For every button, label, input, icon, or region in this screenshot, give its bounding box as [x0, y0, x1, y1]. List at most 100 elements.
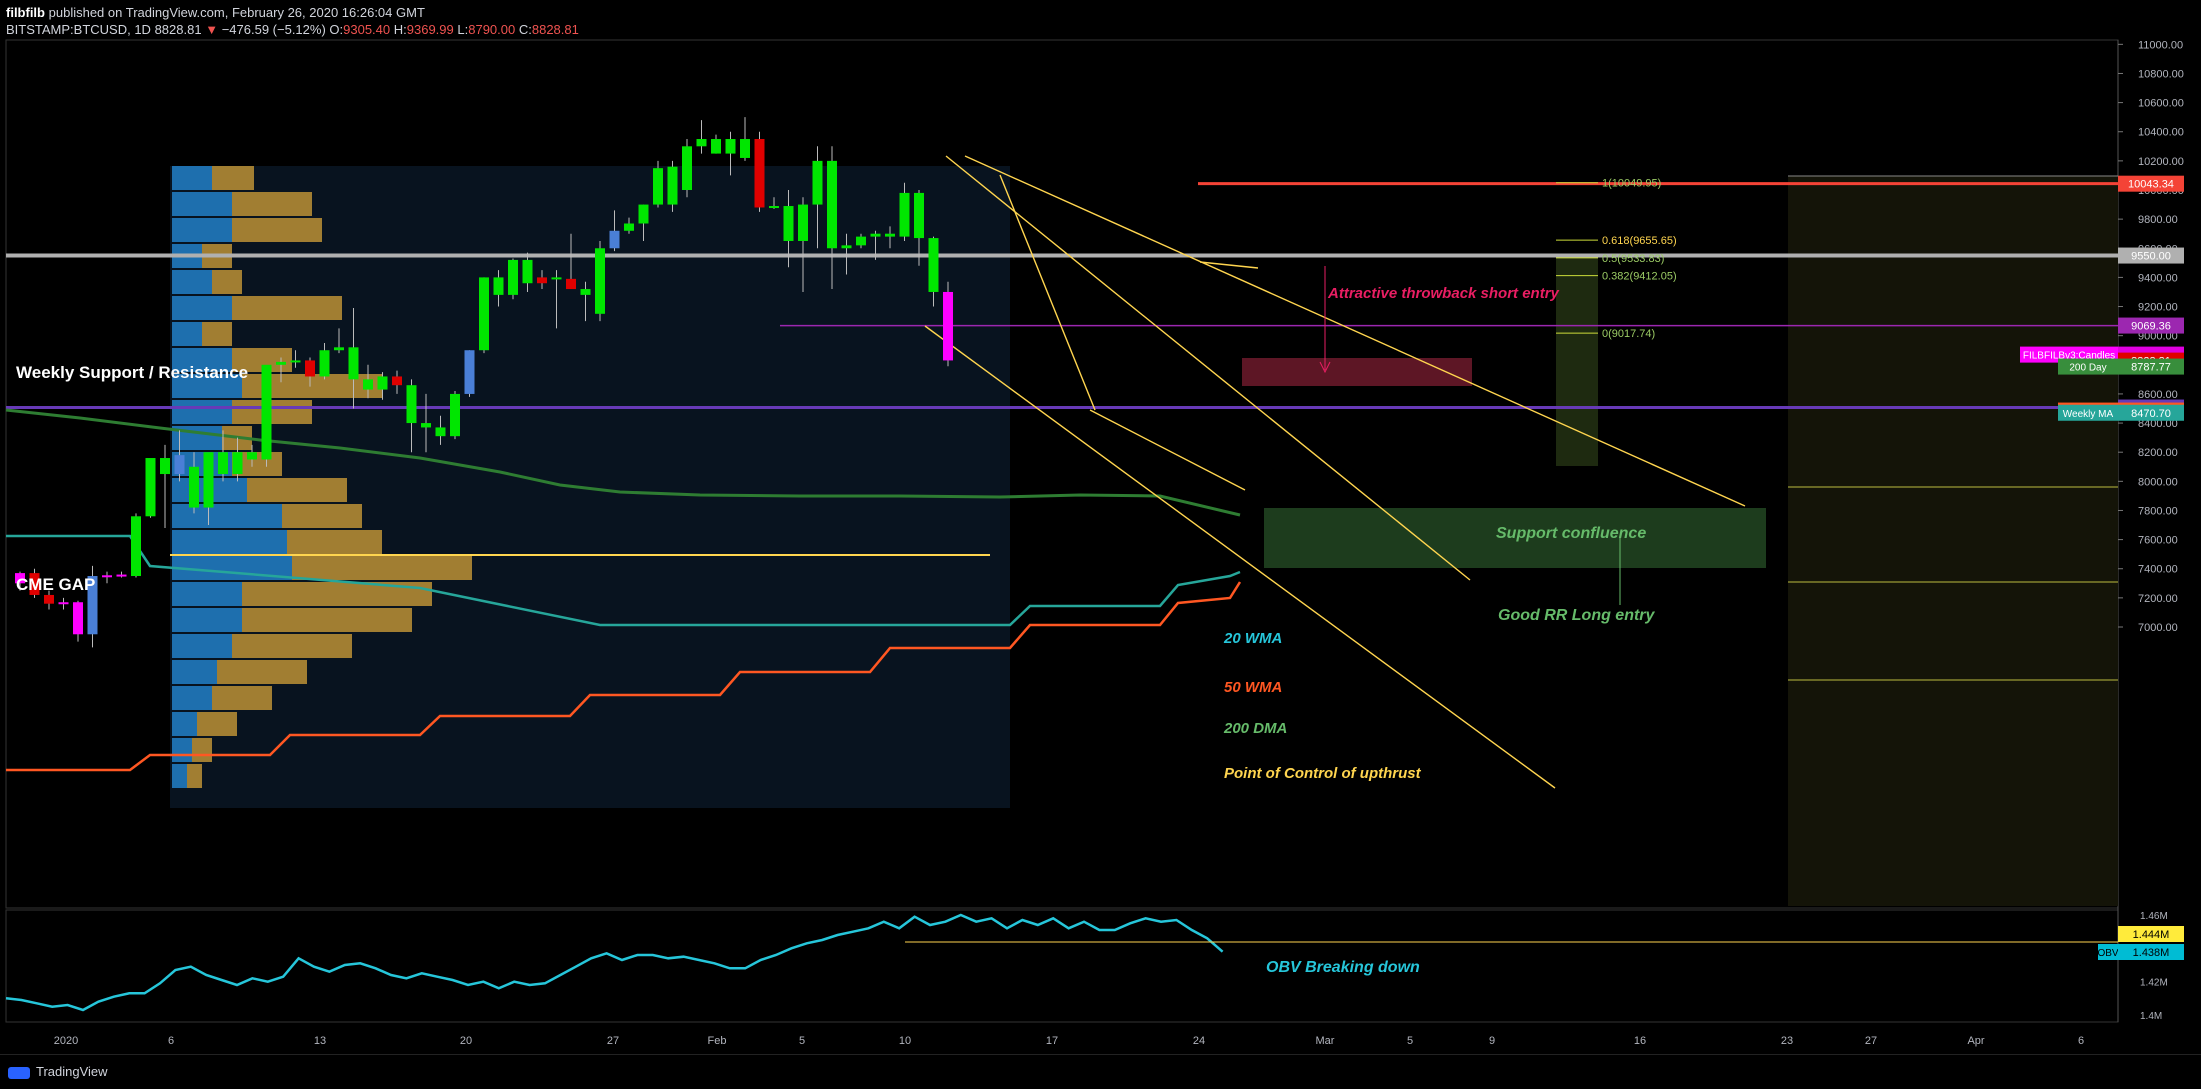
volume-profile-sell-bar — [242, 608, 412, 632]
candle-body — [943, 291, 953, 361]
price-chart[interactable]: 11000.00 10800.00 10600.00 10400.00 10200.00… — [0, 0, 2201, 1054]
candle-body — [131, 516, 141, 577]
volume-profile-buy-bar — [172, 218, 232, 242]
candle-body — [348, 347, 359, 380]
price-tick-label: 7600.00 — [2138, 535, 2178, 547]
time-tick-label: 6 — [2078, 1035, 2084, 1047]
volume-profile-sell-bar — [287, 530, 382, 554]
price-tick-label: 7000.00 — [2138, 622, 2178, 634]
candle-body — [595, 248, 605, 314]
volume-profile-sell-bar — [232, 296, 342, 320]
price-tag-value: 9550.00 — [2131, 251, 2171, 263]
volume-profile-buy-bar — [172, 582, 242, 606]
volume-profile-buy-bar — [172, 166, 212, 190]
footer: TradingView — [0, 1054, 2201, 1089]
candle-body — [232, 452, 243, 475]
annotation-label: 200 DMA — [1223, 720, 1287, 737]
annotation-label: 50 WMA — [1224, 679, 1282, 696]
annotation-label: CME GAP — [16, 575, 95, 594]
time-tick-label: Apr — [1967, 1035, 1984, 1047]
volume-profile-sell-bar — [247, 478, 347, 502]
time-tick-label: 5 — [1407, 1035, 1413, 1047]
candle-body — [653, 168, 663, 205]
volume-profile-sell-bar — [232, 400, 312, 424]
price-tick-label: 9200.00 — [2138, 302, 2178, 314]
price-tick-label: 11000.00 — [2138, 39, 2183, 51]
volume-profile-sell-bar — [212, 166, 254, 190]
price-tick-label: 8600.00 — [2138, 389, 2178, 401]
volume-profile-sell-bar — [292, 556, 472, 580]
price-tick-label: 10400.00 — [2138, 127, 2184, 139]
candle-body — [624, 223, 634, 231]
volume-profile-sell-bar — [282, 504, 362, 528]
price-tick-label: 10800.00 — [2138, 68, 2184, 80]
volume-profile-buy-bar — [172, 660, 217, 684]
brand-name: TradingView — [36, 1064, 108, 1079]
candle-body — [899, 192, 910, 237]
candle-body — [783, 206, 794, 241]
candle-body — [580, 289, 591, 295]
volume-profile-sell-bar — [187, 764, 202, 788]
candle-body — [464, 350, 475, 394]
candle-body — [58, 602, 69, 605]
price-tick-label: 8000.00 — [2138, 476, 2178, 488]
candle-body — [682, 146, 692, 190]
price-tick-label: 10600.00 — [2138, 98, 2184, 110]
candle-body — [218, 452, 228, 475]
volume-profile-buy-bar — [172, 192, 232, 216]
candle-body — [479, 277, 489, 351]
candle-body — [711, 139, 721, 154]
candle-body — [928, 238, 939, 292]
time-tick-label: 27 — [1865, 1035, 1877, 1047]
time-tick-label: 20 — [460, 1035, 472, 1047]
candle-body — [421, 423, 431, 428]
obv-tick-label: 1.4M — [2140, 1011, 2162, 1022]
fib-region — [1556, 258, 1598, 466]
candle-body — [856, 236, 866, 246]
volume-profile-sell-bar — [232, 192, 312, 216]
candle-body — [769, 206, 779, 209]
volume-profile-sell-bar — [197, 712, 237, 736]
candle-body — [725, 139, 736, 154]
candle-body — [522, 259, 533, 284]
annotation-label: Attractive throwback short entry — [1327, 285, 1560, 302]
annotation-label: 20 WMA — [1223, 630, 1282, 647]
time-tick-label: 2020 — [54, 1035, 78, 1047]
candle-body — [508, 259, 518, 295]
candle-body — [102, 575, 112, 578]
volume-profile-buy-bar — [172, 764, 187, 788]
volume-profile-sell-bar — [192, 738, 212, 762]
time-tick-label: 13 — [314, 1035, 326, 1047]
time-tick-label: Feb — [708, 1035, 727, 1047]
price-tag-name: Weekly MA — [2063, 409, 2114, 420]
time-tick-label: 17 — [1046, 1035, 1058, 1047]
obv-tick-label: 1.46M — [2140, 911, 2168, 922]
candle-body — [812, 160, 823, 205]
candle-body — [290, 360, 301, 363]
tradingview-logo-icon — [8, 1066, 30, 1079]
candle-body — [493, 277, 504, 295]
annotation-label: Support confluence — [1496, 525, 1646, 542]
time-tick-label: 24 — [1193, 1035, 1205, 1047]
candle-body — [319, 350, 330, 377]
candle-body — [44, 594, 54, 604]
fib-level-label: 0.5(9533.83) — [1602, 253, 1664, 265]
price-tag-value: 8470.70 — [2131, 408, 2171, 420]
candle-body — [334, 347, 344, 351]
candle-body — [537, 277, 547, 284]
volume-profile-buy-bar — [172, 400, 232, 424]
time-tick-label: 9 — [1489, 1035, 1495, 1047]
volume-profile-buy-bar — [172, 322, 202, 346]
time-tick-label: 6 — [168, 1035, 174, 1047]
volume-profile-buy-bar — [172, 530, 287, 554]
obv-value-tag: 1.438M — [2133, 947, 2170, 959]
candle-body — [247, 452, 257, 460]
annotation-label: Point of Control of upthrust — [1224, 765, 1422, 782]
volume-profile-buy-bar — [172, 608, 242, 632]
projection-region — [1788, 176, 2118, 906]
candle-body — [377, 376, 388, 390]
tradingview-logo[interactable]: TradingView — [8, 1064, 108, 1079]
candle-body — [276, 361, 286, 365]
volume-profile-buy-bar — [172, 504, 282, 528]
candle-body — [696, 139, 707, 147]
